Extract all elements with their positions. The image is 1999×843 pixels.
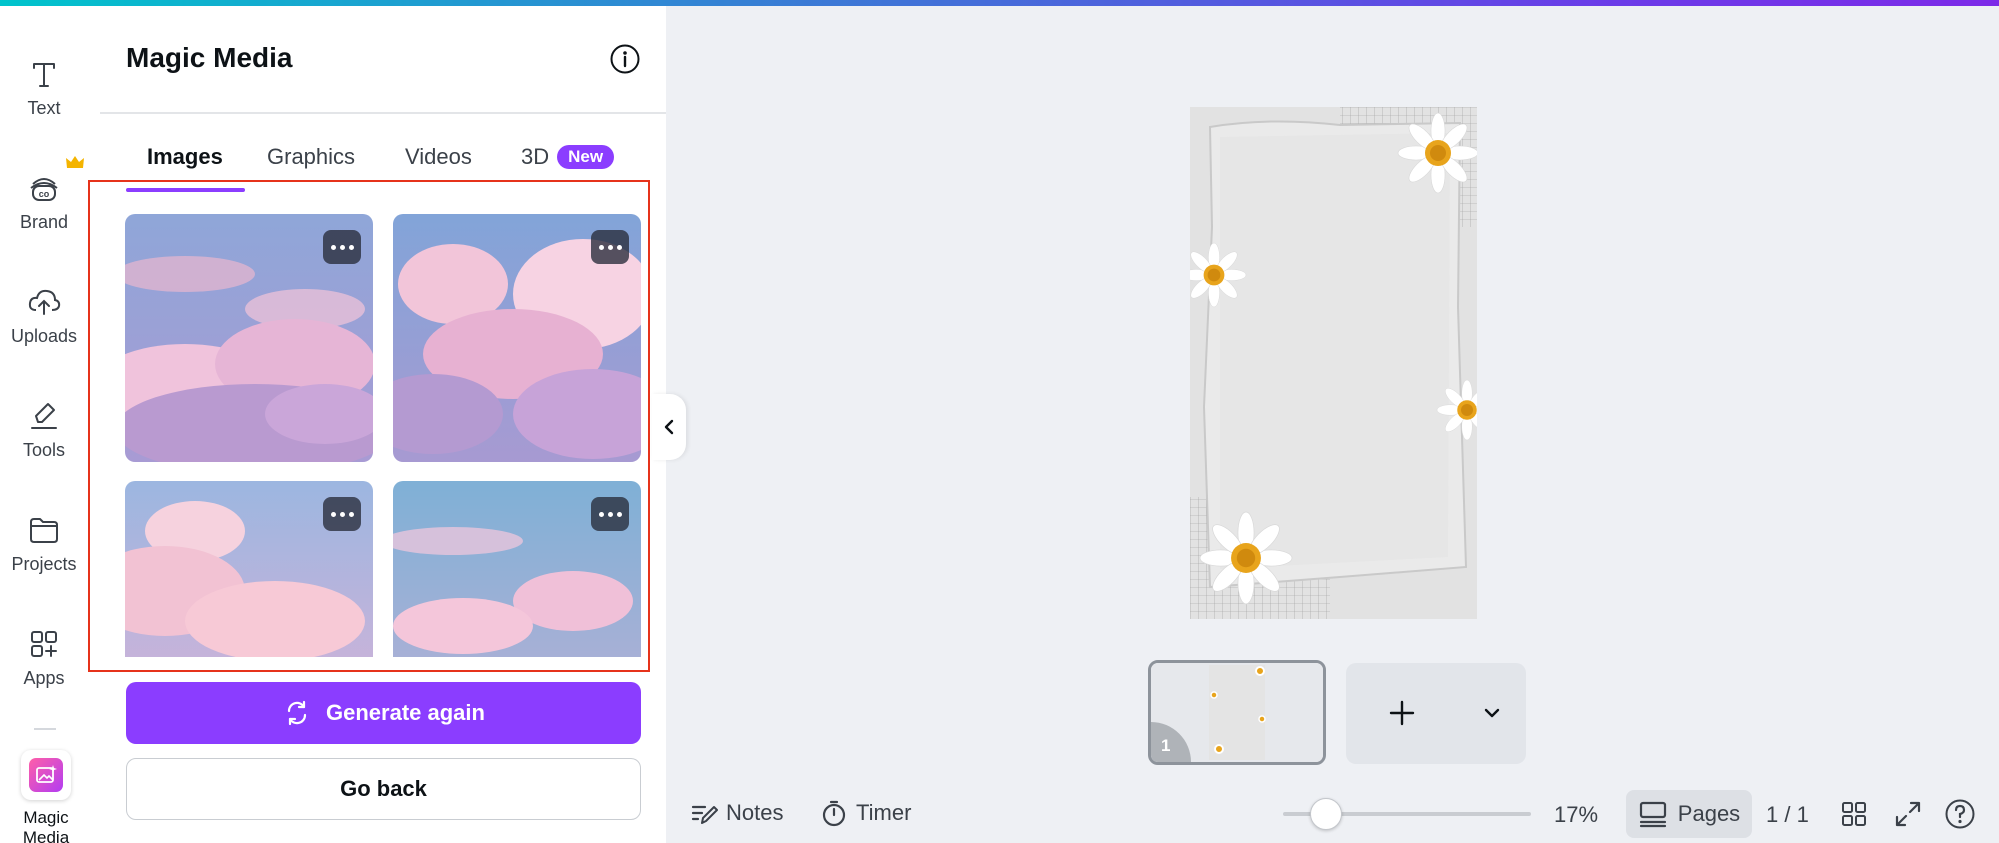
tab-videos[interactable]: Videos xyxy=(405,144,472,170)
tab-3d-label: 3D xyxy=(521,144,550,169)
more-options-button[interactable] xyxy=(591,230,629,264)
timer-button[interactable]: Timer xyxy=(820,790,911,836)
collapse-panel-button[interactable] xyxy=(652,394,686,460)
page-thumbnail[interactable]: 1 xyxy=(1148,660,1326,765)
pen-tool-icon xyxy=(31,403,57,429)
help-button[interactable] xyxy=(1942,796,1978,832)
tab-3d[interactable]: 3D New xyxy=(521,144,615,170)
rail-label: Text xyxy=(27,98,61,118)
chevron-left-icon xyxy=(664,419,674,435)
panel-divider xyxy=(100,112,666,114)
design-artwork xyxy=(1190,107,1477,619)
panel-title: Magic Media xyxy=(126,42,293,73)
pages-button[interactable]: Pages xyxy=(1626,790,1752,838)
timer-label: Timer xyxy=(856,800,912,825)
zoom-level[interactable]: 17% xyxy=(1554,802,1598,828)
more-options-button[interactable] xyxy=(323,497,361,531)
go-back-button[interactable]: Go back xyxy=(126,758,641,820)
crown-icon xyxy=(66,156,84,168)
timer-icon xyxy=(822,800,846,827)
add-page-control xyxy=(1346,663,1526,764)
cloud-upload-icon xyxy=(28,289,61,315)
tab-graphics[interactable]: Graphics xyxy=(267,144,355,170)
rail-divider xyxy=(34,728,56,730)
svg-text:co: co xyxy=(39,189,50,199)
zoom-slider-handle[interactable] xyxy=(1310,798,1342,830)
chevron-down-icon[interactable] xyxy=(1482,705,1502,721)
notes-icon xyxy=(691,805,718,824)
text-icon xyxy=(33,63,55,87)
notes-button[interactable]: Notes xyxy=(690,790,783,836)
new-badge: New xyxy=(557,145,615,169)
generate-again-label: Generate again xyxy=(326,700,485,725)
rail-label: Uploads xyxy=(10,326,78,346)
folder-icon xyxy=(30,518,58,543)
page-number: 1 xyxy=(1161,736,1171,755)
page-thumbnail-preview xyxy=(1151,663,1323,762)
more-options-button[interactable] xyxy=(323,230,361,264)
rail-item-magic-media[interactable]: Magic Media xyxy=(0,750,94,843)
result-image-4[interactable] xyxy=(393,481,641,657)
help-icon xyxy=(1945,799,1975,829)
generate-again-button[interactable]: Generate again xyxy=(126,682,641,744)
add-page-icon[interactable] xyxy=(1388,699,1416,727)
pages-icon xyxy=(1639,801,1666,828)
rail-item-brand[interactable]: co Brand xyxy=(0,170,88,233)
generated-results-grid xyxy=(125,214,641,657)
brand-icon: co xyxy=(30,178,58,201)
info-icon[interactable] xyxy=(609,43,641,75)
rail-item-uploads[interactable]: Uploads xyxy=(0,284,88,347)
result-image-2[interactable] xyxy=(393,214,641,462)
result-image-3[interactable] xyxy=(125,481,373,657)
rail-label: Apps xyxy=(23,668,65,688)
rail-label: Tools xyxy=(22,440,66,460)
pages-label: Pages xyxy=(1677,801,1741,826)
rail-item-text[interactable]: Text xyxy=(0,56,88,119)
tab-images[interactable]: Images xyxy=(147,144,223,170)
rail-item-projects[interactable]: Projects xyxy=(0,512,88,575)
apps-grid-icon xyxy=(31,631,57,657)
magic-media-icon xyxy=(21,750,71,800)
rail-label: Brand xyxy=(19,212,69,232)
page-count: 1 / 1 xyxy=(1766,802,1809,827)
design-canvas-page[interactable] xyxy=(1190,107,1477,619)
more-options-button[interactable] xyxy=(591,497,629,531)
fullscreen-button[interactable] xyxy=(1890,796,1926,832)
rail-item-apps[interactable]: Apps xyxy=(0,626,88,689)
grid-view-button[interactable] xyxy=(1836,796,1872,832)
rail-label: Magic Media xyxy=(22,808,70,843)
rail-item-tools[interactable]: Tools xyxy=(0,398,88,461)
left-rail: Text co Brand Uploads Tools Projects App… xyxy=(0,6,100,843)
grid-view-icon xyxy=(1842,802,1866,826)
notes-label: Notes xyxy=(726,800,784,825)
refresh-icon xyxy=(287,700,307,726)
rail-label: Projects xyxy=(11,554,77,574)
result-image-1[interactable] xyxy=(125,214,373,462)
fullscreen-icon xyxy=(1895,801,1921,827)
